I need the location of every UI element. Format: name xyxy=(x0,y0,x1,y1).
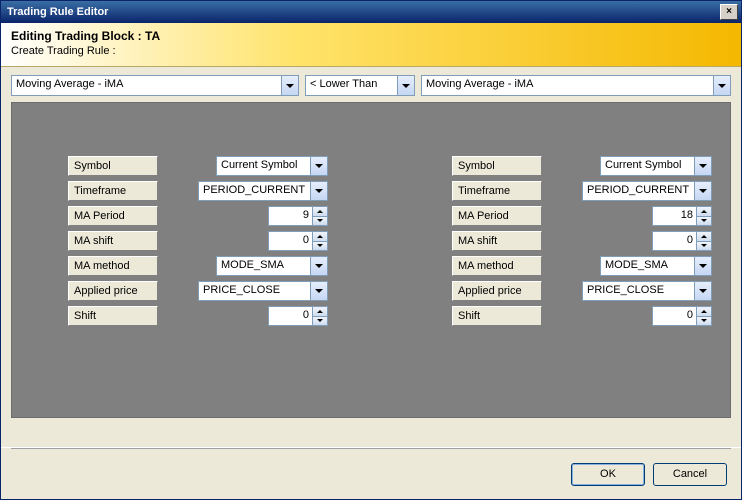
chevron-down-icon xyxy=(310,282,327,300)
chevron-down-icon xyxy=(310,157,327,175)
window-title: Trading Rule Editor xyxy=(7,6,720,18)
spin-down-icon[interactable] xyxy=(697,217,711,226)
right-applied-price-dropdown[interactable]: PRICE_CLOSE xyxy=(582,281,712,301)
label-ma-period: MA Period xyxy=(452,206,542,226)
label-applied-price: Applied price xyxy=(68,281,158,301)
right-timeframe-value: PERIOD_CURRENT xyxy=(583,182,694,200)
label-timeframe: Timeframe xyxy=(68,181,158,201)
right-ma-period-spinner[interactable]: 18 xyxy=(652,206,712,226)
left-ma-period-value: 9 xyxy=(269,207,312,225)
left-panel: Symbol Current Symbol Timeframe PERIOD_C… xyxy=(68,155,328,330)
chevron-down-icon xyxy=(281,76,298,95)
title-bar: Trading Rule Editor × xyxy=(1,1,741,23)
spin-up-icon[interactable] xyxy=(697,307,711,317)
label-symbol: Symbol xyxy=(452,156,542,176)
chevron-down-icon xyxy=(397,76,414,95)
spin-up-icon[interactable] xyxy=(697,207,711,217)
right-indicator-value: Moving Average - iMA xyxy=(422,76,713,95)
right-indicator-dropdown[interactable]: Moving Average - iMA xyxy=(421,75,731,96)
spin-down-icon[interactable] xyxy=(697,242,711,251)
spin-down-icon[interactable] xyxy=(313,217,327,226)
label-shift: Shift xyxy=(452,306,542,326)
right-timeframe-dropdown[interactable]: PERIOD_CURRENT xyxy=(582,181,712,201)
right-ma-shift-value: 0 xyxy=(653,232,696,250)
spin-up-icon[interactable] xyxy=(313,207,327,217)
right-shift-spinner[interactable]: 0 xyxy=(652,306,712,326)
spin-up-icon[interactable] xyxy=(313,232,327,242)
label-timeframe: Timeframe xyxy=(452,181,542,201)
left-applied-price-value: PRICE_CLOSE xyxy=(199,282,310,300)
chevron-down-icon xyxy=(310,182,327,200)
label-applied-price: Applied price xyxy=(452,281,542,301)
left-ma-shift-value: 0 xyxy=(269,232,312,250)
label-ma-shift: MA shift xyxy=(68,231,158,251)
left-symbol-value: Current Symbol xyxy=(217,157,310,175)
header-subtitle: Create Trading Rule : xyxy=(11,45,731,57)
label-shift: Shift xyxy=(68,306,158,326)
header-band: Editing Trading Block : TA Create Tradin… xyxy=(1,23,741,67)
left-applied-price-dropdown[interactable]: PRICE_CLOSE xyxy=(198,281,328,301)
footer: OK Cancel xyxy=(1,447,741,499)
right-panel: Symbol Current Symbol Timeframe PERIOD_C… xyxy=(452,155,712,330)
left-timeframe-value: PERIOD_CURRENT xyxy=(199,182,310,200)
spin-down-icon[interactable] xyxy=(313,317,327,326)
left-ma-period-spinner[interactable]: 9 xyxy=(268,206,328,226)
right-shift-value: 0 xyxy=(653,307,696,325)
chevron-down-icon xyxy=(694,282,711,300)
label-symbol: Symbol xyxy=(68,156,158,176)
left-ma-method-dropdown[interactable]: MODE_SMA xyxy=(216,256,328,276)
left-shift-value: 0 xyxy=(269,307,312,325)
right-ma-shift-spinner[interactable]: 0 xyxy=(652,231,712,251)
label-ma-method: MA method xyxy=(68,256,158,276)
left-ma-shift-spinner[interactable]: 0 xyxy=(268,231,328,251)
spin-up-icon[interactable] xyxy=(697,232,711,242)
label-ma-method: MA method xyxy=(452,256,542,276)
spin-up-icon[interactable] xyxy=(313,307,327,317)
chevron-down-icon xyxy=(694,257,711,275)
close-icon: × xyxy=(726,6,732,17)
left-shift-spinner[interactable]: 0 xyxy=(268,306,328,326)
ok-button[interactable]: OK xyxy=(571,463,645,486)
left-ma-method-value: MODE_SMA xyxy=(217,257,310,275)
chevron-down-icon xyxy=(694,157,711,175)
left-symbol-dropdown[interactable]: Current Symbol xyxy=(216,156,328,176)
operator-dropdown[interactable]: < Lower Than xyxy=(305,75,415,96)
right-symbol-value: Current Symbol xyxy=(601,157,694,175)
right-ma-method-dropdown[interactable]: MODE_SMA xyxy=(600,256,712,276)
label-ma-shift: MA shift xyxy=(452,231,542,251)
left-indicator-value: Moving Average - iMA xyxy=(12,76,281,95)
close-button[interactable]: × xyxy=(720,4,738,20)
right-ma-period-value: 18 xyxy=(653,207,696,225)
rule-toolbar: Moving Average - iMA < Lower Than Moving… xyxy=(1,67,741,102)
spin-down-icon[interactable] xyxy=(697,317,711,326)
right-symbol-dropdown[interactable]: Current Symbol xyxy=(600,156,712,176)
operator-value: < Lower Than xyxy=(306,76,397,95)
chevron-down-icon xyxy=(694,182,711,200)
chevron-down-icon xyxy=(713,76,730,95)
left-indicator-dropdown[interactable]: Moving Average - iMA xyxy=(11,75,299,96)
chevron-down-icon xyxy=(310,257,327,275)
label-ma-period: MA Period xyxy=(68,206,158,226)
work-area: Symbol Current Symbol Timeframe PERIOD_C… xyxy=(11,102,731,418)
spin-down-icon[interactable] xyxy=(313,242,327,251)
left-timeframe-dropdown[interactable]: PERIOD_CURRENT xyxy=(198,181,328,201)
right-ma-method-value: MODE_SMA xyxy=(601,257,694,275)
cancel-button[interactable]: Cancel xyxy=(653,463,727,486)
header-title: Editing Trading Block : TA xyxy=(11,29,731,43)
right-applied-price-value: PRICE_CLOSE xyxy=(583,282,694,300)
